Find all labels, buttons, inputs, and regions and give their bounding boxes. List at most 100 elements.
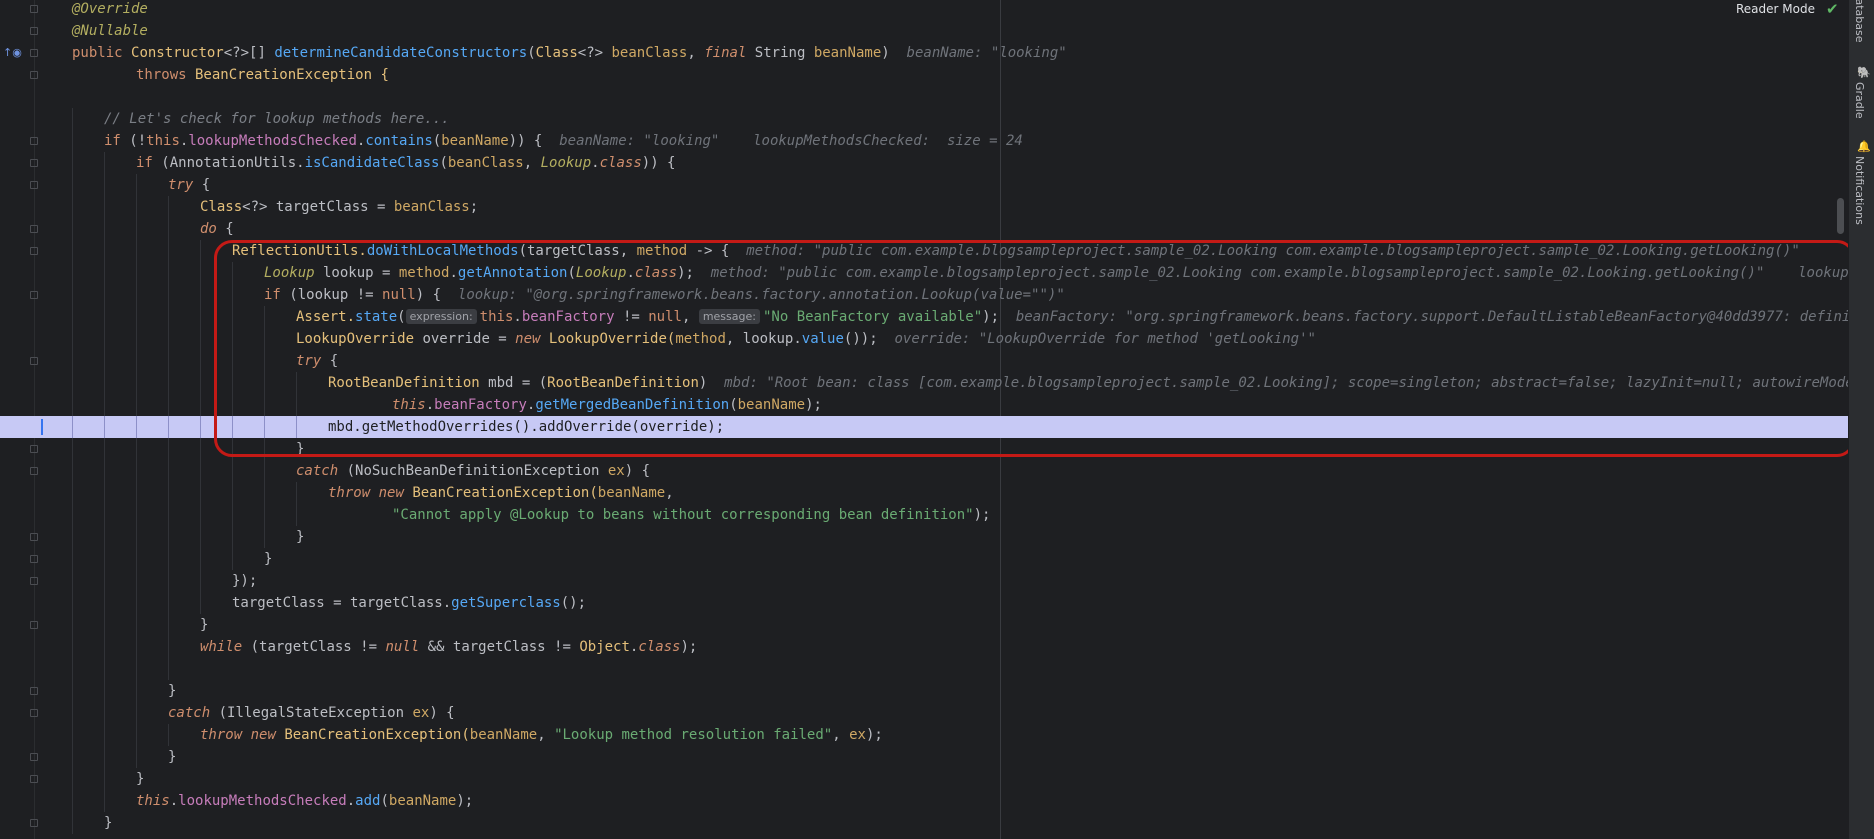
keyword: new bbox=[378, 485, 404, 501]
fold-marker[interactable] bbox=[30, 5, 38, 13]
code-line[interactable]: Class<?> targetClass = beanClass; bbox=[0, 196, 1848, 218]
fold-marker[interactable] bbox=[30, 467, 38, 475]
code-line[interactable]: } bbox=[0, 614, 1848, 636]
code-text: } bbox=[104, 815, 113, 831]
code-text: , bbox=[523, 155, 541, 171]
indent-guide bbox=[104, 306, 105, 328]
fold-marker[interactable] bbox=[30, 775, 38, 783]
method-name: getSuperclass bbox=[451, 595, 561, 611]
code-line[interactable]: public Constructor<?>[] determineCandida… bbox=[0, 42, 1848, 64]
code-line[interactable]: while (targetClass != null && targetClas… bbox=[0, 636, 1848, 658]
code-line[interactable]: catch (IllegalStateException ex) { bbox=[0, 702, 1848, 724]
inspection-ok-icon[interactable]: ✔ bbox=[1826, 0, 1839, 18]
indent-guide bbox=[264, 394, 265, 416]
code-line[interactable]: targetClass = targetClass.getSuperclass(… bbox=[0, 592, 1848, 614]
indent-guide bbox=[136, 284, 137, 306]
code-line[interactable]: Lookup lookup = method.getAnnotation(Loo… bbox=[0, 262, 1848, 284]
fold-marker[interactable] bbox=[30, 445, 38, 453]
tool-tab-notifications[interactable]: Notifications bbox=[1853, 156, 1866, 225]
code-line[interactable]: throws BeanCreationException { bbox=[0, 64, 1848, 86]
fold-marker[interactable] bbox=[30, 181, 38, 189]
code-line[interactable]: try { bbox=[0, 350, 1848, 372]
code-line[interactable]: } bbox=[0, 548, 1848, 570]
code-line[interactable] bbox=[0, 86, 1848, 108]
fold-marker[interactable] bbox=[30, 819, 38, 827]
code-line[interactable] bbox=[0, 658, 1848, 680]
code-text: , bbox=[832, 727, 850, 743]
fold-marker[interactable] bbox=[30, 159, 38, 167]
code-line[interactable]: LookupOverride override = new LookupOver… bbox=[0, 328, 1848, 350]
code-text: } bbox=[168, 749, 177, 765]
tool-tab-database[interactable]: Database bbox=[1853, 0, 1866, 43]
code-line[interactable]: // Let's check for lookup methods here..… bbox=[0, 108, 1848, 130]
indent-guide bbox=[136, 724, 137, 746]
code-line[interactable]: @Nullable bbox=[0, 20, 1848, 42]
fold-marker[interactable] bbox=[30, 621, 38, 629]
code-text: <?>[] bbox=[223, 45, 275, 61]
indent-guide bbox=[200, 372, 201, 394]
fold-marker[interactable] bbox=[30, 71, 38, 79]
code-line[interactable]: } bbox=[0, 526, 1848, 548]
fold-marker[interactable] bbox=[30, 225, 38, 233]
keyword: null bbox=[382, 287, 416, 303]
code-line[interactable]: } bbox=[0, 812, 1848, 834]
indent-guide bbox=[104, 416, 105, 438]
fold-marker[interactable] bbox=[30, 577, 38, 585]
indent-guide bbox=[168, 262, 169, 284]
fold-marker[interactable] bbox=[30, 709, 38, 717]
indent-guide bbox=[104, 636, 105, 658]
vertical-scrollbar-thumb[interactable] bbox=[1837, 198, 1844, 234]
indent-guide bbox=[232, 482, 233, 504]
indent-guide bbox=[104, 570, 105, 592]
execution-line[interactable]: mbd.getMethodOverrides().addOverride(ove… bbox=[0, 416, 1848, 438]
keyword: try bbox=[168, 177, 194, 193]
code-line[interactable]: throw new BeanCreationException(beanName… bbox=[0, 724, 1848, 746]
fold-marker[interactable] bbox=[30, 49, 38, 57]
code-line[interactable]: this.lookupMethodsChecked.add(beanName); bbox=[0, 790, 1848, 812]
code-line[interactable]: throw new BeanCreationException(beanName… bbox=[0, 482, 1848, 504]
fold-marker[interactable] bbox=[30, 137, 38, 145]
fold-marker[interactable] bbox=[30, 291, 38, 299]
indent-guide bbox=[168, 504, 169, 526]
code-text: ( bbox=[439, 155, 448, 171]
code-line[interactable]: this.beanFactory.getMergedBeanDefinition… bbox=[0, 394, 1848, 416]
reader-mode-button[interactable]: Reader Mode bbox=[1736, 2, 1815, 16]
code-line[interactable]: if (AnnotationUtils.isCandidateClass(bea… bbox=[0, 152, 1848, 174]
fold-marker[interactable] bbox=[30, 533, 38, 541]
indent-guide bbox=[104, 504, 105, 526]
code-line[interactable]: if (!this.lookupMethodsChecked.contains(… bbox=[0, 130, 1848, 152]
indent-guide bbox=[104, 746, 105, 768]
indent-guide bbox=[72, 152, 73, 174]
fold-marker[interactable] bbox=[30, 555, 38, 563]
code-line[interactable]: } bbox=[0, 438, 1848, 460]
code-line[interactable]: } bbox=[0, 680, 1848, 702]
code-line[interactable]: catch (NoSuchBeanDefinitionException ex)… bbox=[0, 460, 1848, 482]
code-line[interactable]: } bbox=[0, 768, 1848, 790]
code-line[interactable]: do { bbox=[0, 218, 1848, 240]
code-text: ( bbox=[380, 793, 389, 809]
tool-tab-gradle[interactable]: Gradle bbox=[1853, 82, 1866, 119]
keyword: try bbox=[296, 353, 322, 369]
code-line[interactable]: ReflectionUtils.doWithLocalMethods(targe… bbox=[0, 240, 1848, 262]
code-line[interactable]: Assert.state(expression: this.beanFactory… bbox=[0, 306, 1848, 328]
keyword: class bbox=[634, 265, 678, 281]
fold-marker[interactable] bbox=[30, 247, 38, 255]
code-line[interactable]: } bbox=[0, 746, 1848, 768]
indent-guide bbox=[264, 328, 265, 350]
code-line[interactable]: try { bbox=[0, 174, 1848, 196]
fold-marker[interactable] bbox=[30, 687, 38, 695]
code-line[interactable]: if (lookup != null) { lookup: "@org.spri… bbox=[0, 284, 1848, 306]
code-line[interactable]: RootBeanDefinition mbd = (RootBeanDefini… bbox=[0, 372, 1848, 394]
code-line[interactable]: "Cannot apply @Lookup to beans without c… bbox=[0, 504, 1848, 526]
indent-guide bbox=[296, 372, 297, 394]
indent-guide bbox=[104, 328, 105, 350]
code-line[interactable]: @Override bbox=[0, 0, 1848, 20]
fold-marker[interactable] bbox=[30, 27, 38, 35]
code-line[interactable]: }); bbox=[0, 570, 1848, 592]
code-editor[interactable]: ↑◉ ✓ @Override @Nullable public Construc… bbox=[0, 0, 1848, 839]
keyword: do bbox=[200, 221, 217, 237]
fold-marker[interactable] bbox=[30, 357, 38, 365]
fold-marker[interactable] bbox=[30, 753, 38, 761]
code-text: ( bbox=[527, 45, 536, 61]
code-text: ; bbox=[469, 199, 479, 215]
